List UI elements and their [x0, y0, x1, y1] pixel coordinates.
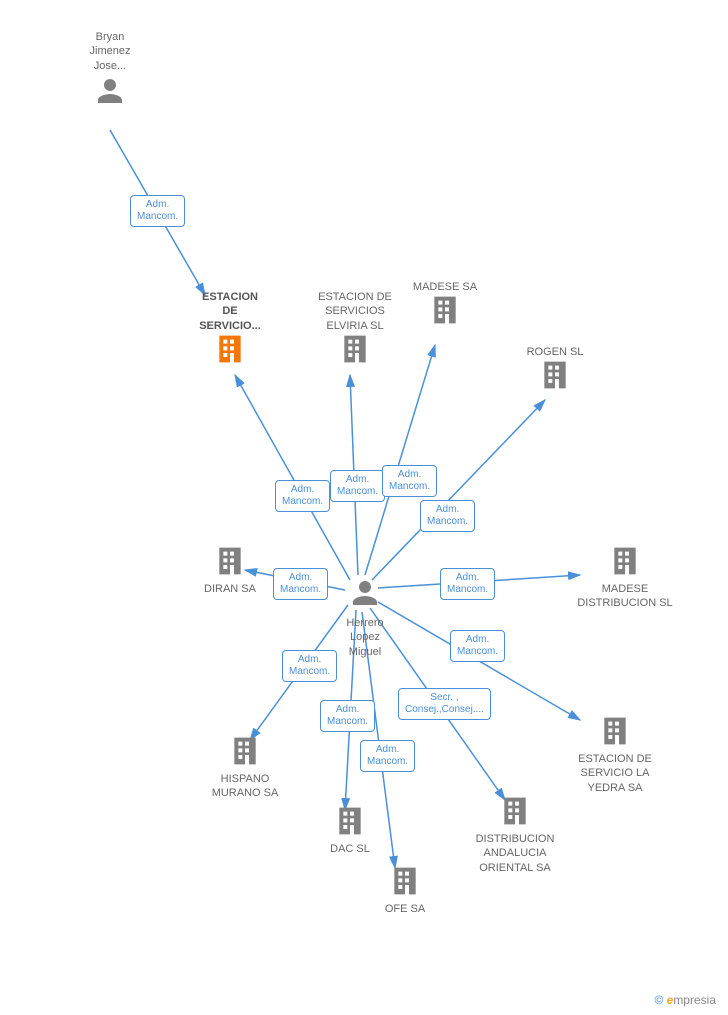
building-icon [389, 865, 421, 897]
node-label: OFE SA [365, 902, 445, 916]
building-icon [609, 545, 641, 577]
person-icon [92, 73, 128, 109]
node-label: Bryan Jimenez Jose... [70, 30, 150, 73]
edge-label-herrero-elviria: Adm. Mancom. [330, 470, 385, 502]
node-label: ESTACION DE SERVICIOS ELVIRIA SL [300, 290, 410, 333]
edge-label-herrero-ofe: Adm. Mancom. [360, 740, 415, 772]
node-herrero[interactable]: Herrero Lopez Miguel [335, 575, 395, 659]
node-rogen[interactable]: ROGEN SL [510, 345, 600, 396]
node-dac[interactable]: DAC SL [310, 805, 390, 856]
node-label: HISPANO MURANO SA [195, 772, 295, 801]
edge-label-herrero-yedra: Adm. Mancom. [450, 630, 505, 662]
copyright-symbol: © [654, 993, 663, 1007]
node-madese-dist[interactable]: MADESE DISTRIBUCION SL [565, 545, 685, 611]
node-hispano[interactable]: HISPANO MURANO SA [195, 735, 295, 801]
building-icon [429, 294, 461, 326]
brand-rest: mpresia [673, 993, 716, 1007]
building-icon [339, 333, 371, 365]
edge-label-herrero-diran: Adm. Mancom. [273, 568, 328, 600]
building-icon [334, 805, 366, 837]
node-distribucion-andalucia[interactable]: DISTRIBUCION ANDALUCIA ORIENTAL SA [460, 795, 570, 875]
node-estacion-yedra[interactable]: ESTACION DE SERVICIO LA YEDRA SA [560, 715, 670, 795]
edge-label-herrero-dist-and: Secr. , Consej.,Consej.... [398, 688, 491, 720]
node-label: ROGEN SL [510, 345, 600, 359]
node-bryan[interactable]: Bryan Jimenez Jose... [70, 30, 150, 114]
building-icon [214, 333, 246, 365]
person-icon [347, 575, 383, 611]
edges-layer [0, 0, 728, 1015]
edge-label-herrero-madese-dist: Adm. Mancom. [440, 568, 495, 600]
node-label: DAC SL [310, 842, 390, 856]
node-label: MADESE SA [400, 280, 490, 294]
edge-label-herrero-hispano: Adm. Mancom. [282, 650, 337, 682]
node-estacion-elviria[interactable]: ESTACION DE SERVICIOS ELVIRIA SL [300, 290, 410, 370]
node-madese-sa[interactable]: MADESE SA [400, 280, 490, 331]
edge-label-herrero-rogen: Adm. Mancom. [420, 500, 475, 532]
edge-label-herrero-dac: Adm. Mancom. [320, 700, 375, 732]
node-label: ESTACION DE SERVICIO LA YEDRA SA [560, 752, 670, 795]
building-icon [499, 795, 531, 827]
node-label: MADESE DISTRIBUCION SL [565, 582, 685, 611]
building-icon [229, 735, 261, 767]
node-estacion-servicio[interactable]: ESTACION DE SERVICIO... [180, 290, 280, 370]
node-label: ESTACION DE SERVICIO... [180, 290, 280, 333]
node-diran[interactable]: DIRAN SA [190, 545, 270, 596]
node-label: DISTRIBUCION ANDALUCIA ORIENTAL SA [460, 832, 570, 875]
edge-label-bryan-estacion: Adm. Mancom. [130, 195, 185, 227]
node-ofe[interactable]: OFE SA [365, 865, 445, 916]
edge-label-herrero-estacion: Adm. Mancom. [275, 480, 330, 512]
node-label: DIRAN SA [190, 582, 270, 596]
footer-copyright: © empresia [654, 993, 716, 1007]
edge-label-herrero-madese-sa: Adm. Mancom. [382, 465, 437, 497]
building-icon [214, 545, 246, 577]
building-icon [599, 715, 631, 747]
building-icon [539, 359, 571, 391]
node-label: Herrero Lopez Miguel [335, 616, 395, 659]
